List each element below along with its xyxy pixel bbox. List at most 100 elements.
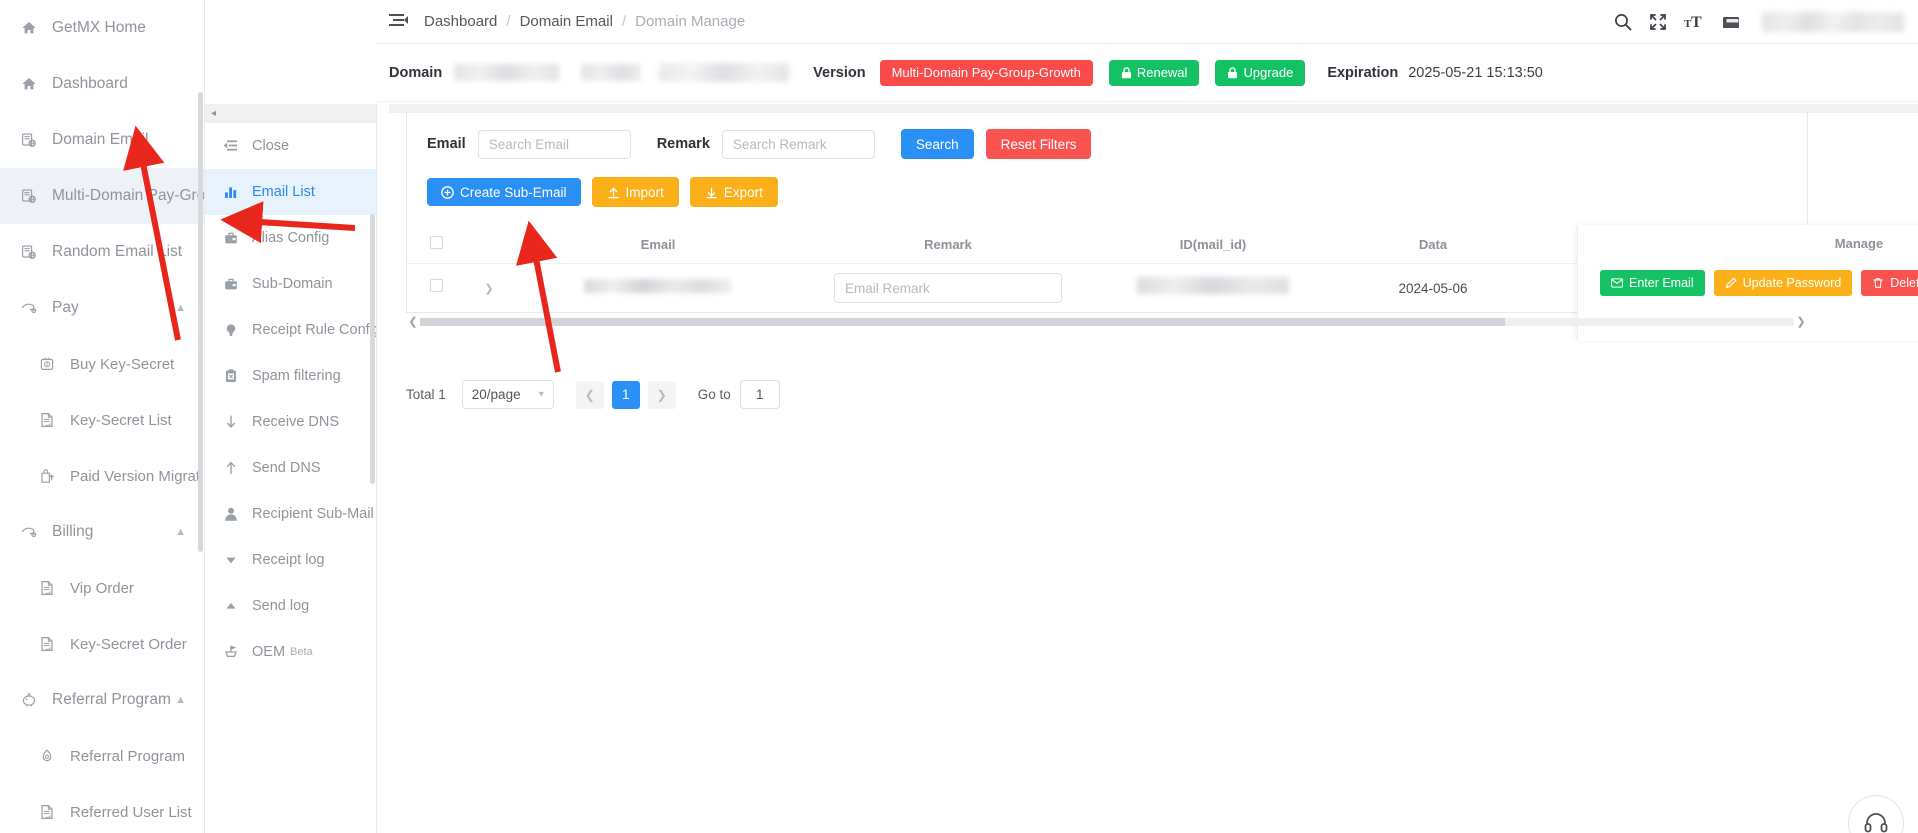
- submenu-item-label: Alias Config: [252, 230, 330, 246]
- scroll-left-icon[interactable]: ❮: [406, 315, 420, 328]
- briefcase-icon: [221, 230, 241, 246]
- sidebar-item-key-secret-order[interactable]: Key-Secret Order: [0, 616, 204, 672]
- submenu-item-label: Receipt Rule Config: [252, 322, 377, 338]
- user-name-redacted[interactable]: [1762, 11, 1904, 32]
- main-area: Dashboard / Domain Email / Domain Manage: [377, 0, 1918, 833]
- arrow-down-icon: [221, 414, 241, 430]
- chevron-right-icon[interactable]: ❯: [484, 283, 493, 295]
- submenu-item-send-dns[interactable]: Send DNS: [205, 445, 376, 491]
- sidebar-item-key-secret-list[interactable]: Key-Secret List: [0, 392, 204, 448]
- row-email-cell: [513, 263, 803, 312]
- submenu-item-receive-dns[interactable]: Receive DNS: [205, 399, 376, 445]
- sidebar-item-referral-program[interactable]: Referral Program ▲: [0, 672, 204, 728]
- hscroll-thumb[interactable]: [420, 317, 1505, 326]
- bulb-icon: [226, 324, 236, 336]
- submenu-item-email-list[interactable]: Email List: [205, 169, 376, 215]
- renewal-button[interactable]: Renewal: [1108, 59, 1200, 86]
- reset-filters-button[interactable]: Reset Filters: [985, 129, 1092, 159]
- submenu-collapse-toggle[interactable]: ◂: [205, 104, 376, 123]
- select-all-checkbox[interactable]: [429, 236, 443, 249]
- chevron-up-icon[interactable]: ▲: [175, 302, 186, 314]
- sidebar-item-random-email-list[interactable]: Random Email List: [0, 224, 204, 280]
- sidebar-item-billing[interactable]: Billing ▲: [0, 504, 204, 560]
- arrow-down-icon: [226, 415, 236, 429]
- goto-page-input[interactable]: [739, 380, 780, 409]
- col-manage: Manage: [1533, 225, 1809, 264]
- sidebar-item-label: Key-Secret Order: [70, 635, 187, 653]
- font-size-icon[interactable]: T T: [1684, 13, 1704, 31]
- download-icon: [706, 187, 717, 198]
- export-button[interactable]: Export: [689, 177, 778, 207]
- list-icon: [36, 412, 58, 428]
- breadcrumb-item-dashboard[interactable]: Dashboard: [424, 13, 497, 30]
- search-button[interactable]: Search: [900, 129, 974, 159]
- expiration-value: 2025-05-21 15:13:50: [1408, 64, 1543, 81]
- home-icon: [23, 22, 35, 34]
- sidebar-item-referred-user-list[interactable]: Referred User List: [0, 784, 204, 833]
- content-panel: Email Remark Search Reset Filters Create…: [389, 104, 1918, 833]
- sidebar-item-dashboard[interactable]: Dashboard: [0, 56, 204, 112]
- sidebar-item-pay[interactable]: Pay ▲: [0, 280, 204, 336]
- expiration-label: Expiration: [1327, 64, 1399, 81]
- row-remark-input[interactable]: [834, 273, 1062, 303]
- enter-email-button[interactable]: Enter Email: [1600, 270, 1705, 296]
- sidebar-item-domain-email[interactable]: Domain Email: [0, 112, 204, 168]
- spam-icon: [226, 369, 236, 382]
- submenu-item-label: Recipient Sub-Mail: [252, 506, 374, 522]
- sidebar-scrollbar[interactable]: [198, 92, 203, 552]
- submenu-item-close[interactable]: Close: [205, 123, 376, 169]
- search-remark-input[interactable]: [721, 129, 875, 159]
- sidebar-item-label: Key-Secret List: [70, 411, 172, 429]
- scroll-right-icon[interactable]: ❯: [1794, 315, 1808, 328]
- col-mail-id: ID(mail_id): [1093, 225, 1333, 264]
- sidebar-item-vip-order[interactable]: Vip Order: [0, 560, 204, 616]
- submenu-scrollbar[interactable]: [370, 214, 375, 484]
- page-size-select[interactable]: 20/page ▾: [461, 380, 554, 409]
- search-email-input[interactable]: [477, 129, 631, 159]
- col-email: Email: [513, 225, 803, 264]
- bar-chart-icon: [221, 184, 241, 200]
- row-mailid-cell: [1093, 263, 1333, 312]
- submenu-item-alias-config[interactable]: Alias Config: [205, 215, 376, 261]
- breadcrumb-item-domain-email[interactable]: Domain Email: [520, 13, 613, 30]
- sidebar-item-paid-version-migration[interactable]: Paid Version Migration: [0, 448, 204, 504]
- update-password-button[interactable]: Update Password: [1713, 270, 1853, 296]
- inbox-icon[interactable]: [1721, 13, 1741, 31]
- row-checkbox[interactable]: [429, 279, 443, 292]
- delete-email-button[interactable]: Delete Email: [1861, 270, 1918, 296]
- briefcase-icon: [225, 232, 237, 244]
- prev-page-button[interactable]: ❮: [575, 380, 604, 409]
- search-icon[interactable]: [1614, 13, 1632, 31]
- upgrade-button[interactable]: Upgrade: [1215, 59, 1306, 86]
- submenu-item-spam-filtering[interactable]: Spam filtering: [205, 353, 376, 399]
- sidebar-item-getmx-home[interactable]: GetMX Home: [0, 0, 204, 56]
- create-sub-email-button[interactable]: Create Sub-Email: [427, 178, 581, 206]
- submenu-item-receipt-rule-config[interactable]: Receipt Rule Config: [205, 307, 376, 353]
- submenu-item-recipient-sub-mail[interactable]: Recipient Sub-Mail: [205, 491, 376, 537]
- page-1-button[interactable]: 1: [611, 380, 640, 409]
- sidebar-item-buy-key-secret[interactable]: Buy Key-Secret: [0, 336, 204, 392]
- menu-fold-icon[interactable]: [389, 13, 408, 30]
- domain-email-icon: [18, 244, 40, 260]
- row-expand-cell: ❯: [465, 263, 513, 312]
- domain-info-bar: Domain Version Multi-Domain Pay-Group-Gr…: [377, 44, 1918, 102]
- hscroll-track[interactable]: [420, 317, 1794, 326]
- list-icon: [36, 804, 58, 820]
- delete-email-label: Delete Email: [1890, 276, 1918, 290]
- fullscreen-icon[interactable]: [1649, 13, 1667, 31]
- table-horizontal-scrollbar[interactable]: ❮ ❯: [406, 315, 1808, 328]
- import-button[interactable]: Import: [591, 177, 679, 207]
- chevron-up-icon[interactable]: ▲: [175, 694, 186, 706]
- submenu-item-receipt-log[interactable]: Receipt log: [205, 537, 376, 583]
- briefcase-icon: [221, 276, 241, 292]
- sidebar-item-multi-domain-pay-group[interactable]: Multi-Domain Pay-Group: [0, 168, 204, 224]
- submenu-item-oem[interactable]: OEM Beta: [205, 629, 376, 675]
- submenu-item-send-log[interactable]: Send log: [205, 583, 376, 629]
- chevron-up-icon[interactable]: ▲: [175, 526, 186, 538]
- next-page-button[interactable]: ❯: [647, 380, 676, 409]
- submenu-item-label: OEM: [252, 644, 286, 660]
- submenu-item-sub-domain[interactable]: Sub-Domain: [205, 261, 376, 307]
- sidebar-item-referral-program[interactable]: Referral Program: [0, 728, 204, 784]
- sidebar-item-label: Random Email List: [52, 243, 183, 260]
- content-top-scrollbar[interactable]: [389, 104, 1918, 113]
